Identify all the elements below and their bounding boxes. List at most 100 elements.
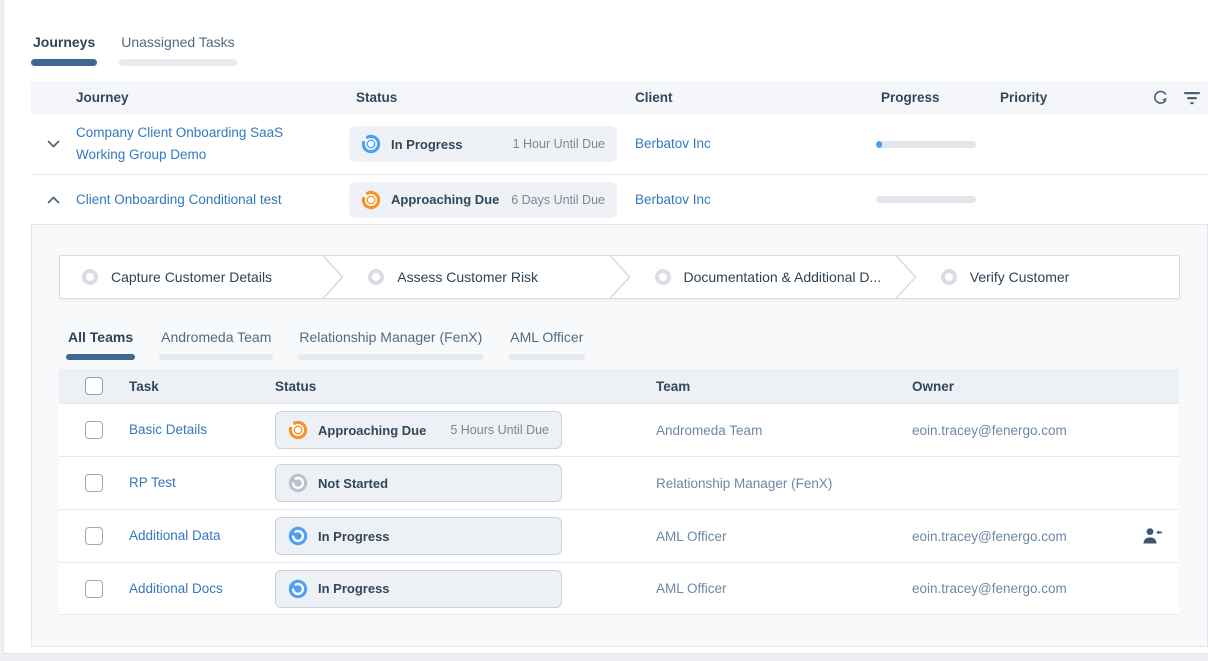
task-row: Additional Data In Progress AML Officer … xyxy=(59,509,1179,562)
team-tab-label: Andromeda Team xyxy=(159,329,273,345)
progress-fill xyxy=(876,141,882,148)
team-cell: AML Officer xyxy=(656,529,912,544)
stage-label: Assess Customer Risk xyxy=(397,269,546,285)
task-row: RP Test Not Started Relationship Manager… xyxy=(59,456,1179,509)
col-task: Task xyxy=(129,379,275,394)
in-progress-ring-icon xyxy=(288,526,308,546)
col-owner: Owner xyxy=(912,379,1142,394)
journey-link[interactable]: Company Client Onboarding SaaS Working G… xyxy=(76,122,349,165)
task-link[interactable]: Additional Docs xyxy=(129,578,275,600)
stage-marker-icon xyxy=(655,269,671,285)
col-team: Team xyxy=(656,379,912,394)
task-link[interactable]: Basic Details xyxy=(129,419,275,441)
due-label: 1 Hour Until Due xyxy=(463,137,605,151)
team-tab-label: Relationship Manager (FenX) xyxy=(297,329,484,345)
team-tab-underline xyxy=(159,354,273,360)
expand-chevron-down-icon[interactable] xyxy=(43,136,64,152)
filter-icon[interactable] xyxy=(1182,88,1202,107)
task-status-badge: In Progress xyxy=(275,570,562,608)
stage-separator-chevron xyxy=(607,256,633,298)
status-label: In Progress xyxy=(391,137,463,152)
client-link[interactable]: Berbatov Inc xyxy=(628,133,876,155)
team-tabs: All Teams Andromeda Team Relationship Ma… xyxy=(66,329,1180,360)
not-started-ring-icon xyxy=(288,473,308,493)
stage-marker-icon xyxy=(941,269,957,285)
tab-unassigned-tasks-underline xyxy=(119,59,236,66)
team-tab-relationship-manager[interactable]: Relationship Manager (FenX) xyxy=(297,329,484,360)
stage-documentation-additional[interactable]: Documentation & Additional D... xyxy=(633,256,893,298)
expanded-journey-panel: Capture Customer Details Assess Customer… xyxy=(31,224,1208,647)
task-status-badge: Not Started xyxy=(275,464,562,502)
stage-separator-chevron xyxy=(320,256,346,298)
task-status-badge: Approaching Due 5 Hours Until Due xyxy=(275,411,562,449)
stage-marker-icon xyxy=(82,269,98,285)
tasks-table-header: Task Status Team Owner xyxy=(59,369,1179,403)
tab-journeys-underline xyxy=(31,59,97,66)
tab-unassigned-tasks-label: Unassigned Tasks xyxy=(119,34,236,50)
approaching-due-ring-icon xyxy=(288,420,308,440)
in-progress-ring-icon xyxy=(361,134,381,154)
journey-row: Company Client Onboarding SaaS Working G… xyxy=(31,114,1208,174)
row-checkbox[interactable] xyxy=(85,580,103,598)
team-tab-label: AML Officer xyxy=(508,329,585,345)
status-badge: In Progress 1 Hour Until Due xyxy=(349,126,617,162)
journey-stage-bar: Capture Customer Details Assess Customer… xyxy=(59,255,1180,299)
tasks-table: Task Status Team Owner Basic Details App… xyxy=(59,369,1179,615)
status-label: Approaching Due xyxy=(318,423,426,438)
status-badge: Approaching Due 6 Days Until Due xyxy=(349,182,617,218)
status-label: In Progress xyxy=(318,529,390,544)
team-cell: AML Officer xyxy=(656,581,912,596)
task-link[interactable]: RP Test xyxy=(129,472,275,494)
journey-link[interactable]: Client Onboarding Conditional test xyxy=(76,189,349,211)
journeys-page: Journeys Unassigned Tasks Journey Status… xyxy=(3,0,1208,654)
row-checkbox[interactable] xyxy=(85,474,103,492)
assign-user-icon[interactable] xyxy=(1142,527,1179,545)
stage-label: Documentation & Additional D... xyxy=(684,269,890,285)
status-label: In Progress xyxy=(318,581,390,596)
progress-bar xyxy=(876,141,976,148)
journeys-table: Journey Status Client Progress Priority … xyxy=(31,81,1208,224)
team-tab-underline xyxy=(508,354,585,360)
team-tab-underline xyxy=(66,354,135,360)
team-tab-andromeda-team[interactable]: Andromeda Team xyxy=(159,329,273,360)
journey-row: Client Onboarding Conditional test Appro… xyxy=(31,174,1208,224)
stage-capture-customer-details[interactable]: Capture Customer Details xyxy=(60,256,320,298)
stage-label: Verify Customer xyxy=(970,269,1078,285)
progress-bar xyxy=(876,196,976,203)
task-row: Additional Docs In Progress AML Officer … xyxy=(59,562,1179,615)
refresh-icon[interactable] xyxy=(1151,88,1170,107)
team-tab-aml-officer[interactable]: AML Officer xyxy=(508,329,585,360)
tab-unassigned-tasks[interactable]: Unassigned Tasks xyxy=(119,34,236,66)
tab-journeys[interactable]: Journeys xyxy=(31,34,97,66)
col-progress: Progress xyxy=(876,90,993,105)
team-tab-all-teams[interactable]: All Teams xyxy=(66,329,135,360)
due-label: 5 Hours Until Due xyxy=(426,423,549,437)
team-tab-label: All Teams xyxy=(66,329,135,345)
stage-label: Capture Customer Details xyxy=(111,269,280,285)
stage-marker-icon xyxy=(368,269,384,285)
approaching-due-ring-icon xyxy=(361,190,381,210)
team-cell: Andromeda Team xyxy=(656,423,912,438)
owner-cell: eoin.tracey@fenergo.com xyxy=(912,423,1142,438)
stage-assess-customer-risk[interactable]: Assess Customer Risk xyxy=(346,256,606,298)
select-all-checkbox[interactable] xyxy=(85,377,103,395)
owner-cell: eoin.tracey@fenergo.com xyxy=(912,581,1142,596)
col-status: Status xyxy=(349,90,628,105)
stage-verify-customer[interactable]: Verify Customer xyxy=(919,256,1179,298)
team-tab-underline xyxy=(297,354,484,360)
owner-cell: eoin.tracey@fenergo.com xyxy=(912,529,1142,544)
col-task-status: Status xyxy=(275,379,656,394)
task-row: Basic Details Approaching Due 5 Hours Un… xyxy=(59,403,1179,456)
row-checkbox[interactable] xyxy=(85,527,103,545)
team-cell: Relationship Manager (FenX) xyxy=(656,476,912,491)
collapse-chevron-up-icon[interactable] xyxy=(43,192,64,208)
in-progress-ring-icon xyxy=(288,579,308,599)
task-link[interactable]: Additional Data xyxy=(129,525,275,547)
journeys-table-header: Journey Status Client Progress Priority xyxy=(31,81,1208,114)
col-priority: Priority xyxy=(993,90,1151,105)
task-status-badge: In Progress xyxy=(275,517,562,555)
client-link[interactable]: Berbatov Inc xyxy=(628,189,876,211)
row-checkbox[interactable] xyxy=(85,421,103,439)
status-label: Approaching Due xyxy=(391,192,499,207)
col-journey: Journey xyxy=(76,90,349,105)
